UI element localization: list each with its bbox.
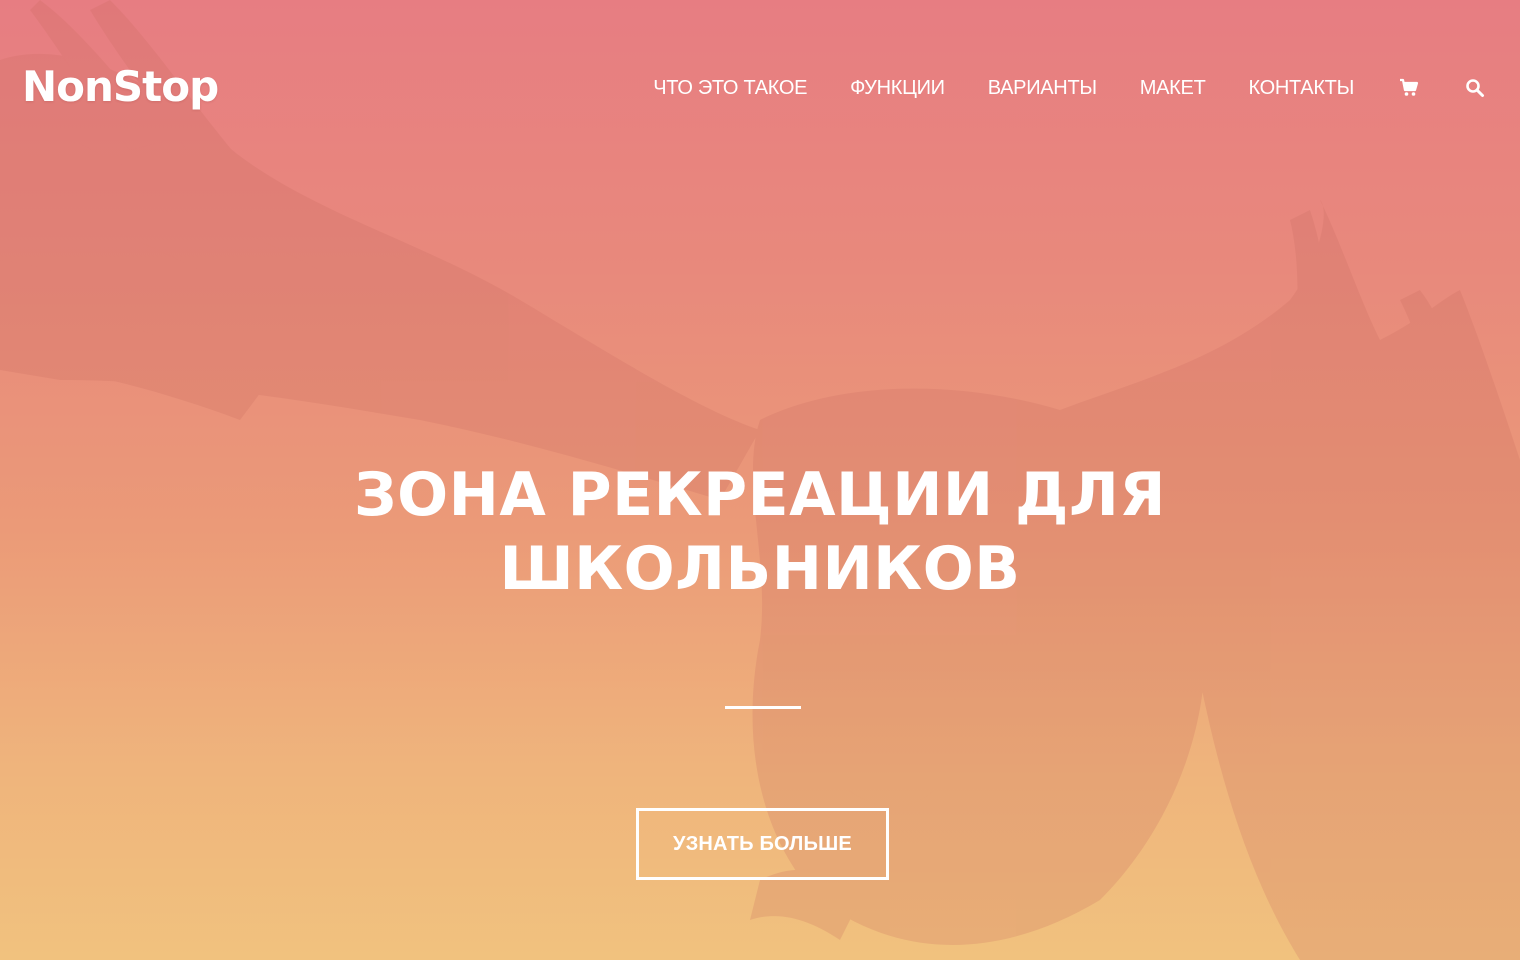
- nav-item-contacts[interactable]: КОНТАКТЫ: [1249, 77, 1355, 100]
- top-navigation-bar: NonStop ЧТО ЭТО ТАКОЕ ФУНКЦИИ ВАРИАНТЫ М…: [0, 0, 1520, 180]
- nav-item-what-is-it[interactable]: ЧТО ЭТО ТАКОЕ: [653, 77, 807, 100]
- headline-divider: [725, 706, 801, 709]
- hero-headline-line-2: ШКОЛЬНИКОВ: [499, 534, 1021, 604]
- cart-icon[interactable]: [1398, 77, 1420, 99]
- nav-item-variants[interactable]: ВАРИАНТЫ: [988, 77, 1097, 100]
- main-nav: ЧТО ЭТО ТАКОЕ ФУНКЦИИ ВАРИАНТЫ МАКЕТ КОН…: [653, 72, 1486, 104]
- search-icon[interactable]: [1464, 77, 1486, 99]
- nav-item-features[interactable]: ФУНКЦИИ: [850, 77, 945, 100]
- nav-item-layout[interactable]: МАКЕТ: [1140, 77, 1206, 100]
- hero-headline-line-1: ЗОНА РЕКРЕАЦИИ ДЛЯ: [353, 460, 1167, 530]
- hero-headline: ЗОНА РЕКРЕАЦИИ ДЛЯ ШКОЛЬНИКОВ: [0, 458, 1520, 606]
- hero-section: NonStop ЧТО ЭТО ТАКОЕ ФУНКЦИИ ВАРИАНТЫ М…: [0, 0, 1520, 960]
- brand-logo[interactable]: NonStop: [22, 62, 219, 111]
- learn-more-button[interactable]: УЗНАТЬ БОЛЬШЕ: [636, 808, 889, 880]
